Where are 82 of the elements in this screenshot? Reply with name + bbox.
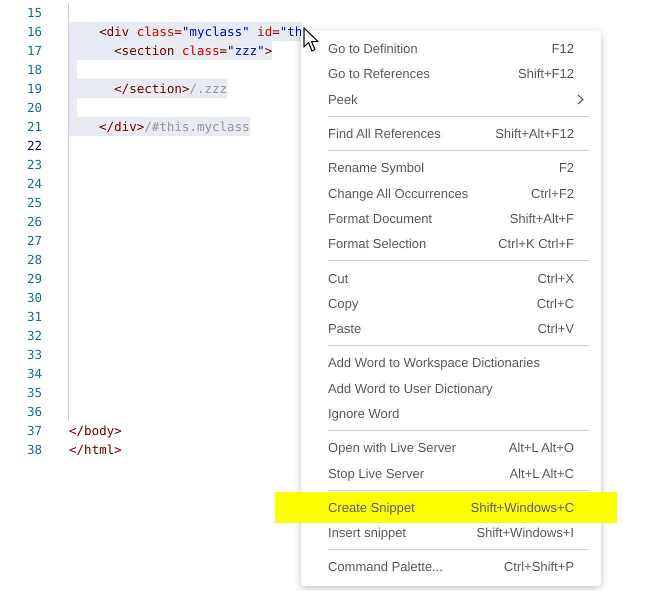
menu-item-label: Rename Symbol	[328, 160, 424, 176]
line-number: 22	[26, 137, 42, 155]
code-text: <div class="myclass" id="th	[69, 22, 302, 41]
line-number: 29	[26, 270, 42, 288]
menu-item[interactable]: Copy Ctrl+C	[301, 290, 601, 316]
line-number: 18	[26, 61, 42, 79]
menu-item-label: Stop Live Server	[328, 466, 424, 481]
menu-item[interactable]: Add Word to Workspace Dictionaries	[301, 350, 601, 376]
menu-item-label: Cut	[328, 270, 348, 286]
line-number: 32	[26, 327, 42, 345]
menu-item-label: Open with Live Server	[328, 440, 456, 456]
menu-item[interactable]: Create Snippet Shift+Windows+C	[275, 492, 617, 524]
menu-item[interactable]: Go to References Shift+F12	[301, 61, 601, 87]
shortcut-label: Shift+Windows+I	[476, 525, 574, 540]
line-number: 16	[26, 23, 42, 41]
shortcut-label: Shift+Alt+F	[510, 210, 574, 226]
menu-item-label: Ignore Word	[328, 406, 400, 421]
menu-item-label: Create Snippet	[328, 500, 415, 515]
line-number: 17	[26, 42, 42, 60]
menu-item[interactable]: Command Palette... Ctrl+Shift+P	[301, 554, 601, 580]
line-number: 27	[26, 232, 42, 250]
menu-item[interactable]: Paste Ctrl+V	[301, 316, 601, 342]
line-number: 28	[26, 251, 42, 269]
menu-item-label: Format Document	[328, 210, 432, 226]
shortcut-label: Alt+L Alt+O	[508, 440, 574, 456]
menu-item[interactable]: Format Document Shift+Alt+F	[301, 206, 601, 232]
menu-item-label: Peek	[328, 92, 358, 107]
menu-item[interactable]: Peek	[301, 86, 601, 112]
shortcut-label: Ctrl+F2	[531, 186, 574, 201]
shortcut-label: Ctrl+V	[538, 321, 574, 336]
shortcut-label: Ctrl+X	[538, 270, 574, 286]
menu-item-label: Change All Occurrences	[328, 186, 468, 201]
code-text: </body>	[69, 422, 122, 440]
menu-item[interactable]: Cut Ctrl+X	[301, 265, 601, 291]
menu-item[interactable]: Change All Occurrences Ctrl+F2	[301, 180, 601, 206]
menu-item[interactable]: Ignore Word	[301, 400, 601, 426]
menu-item-label: Paste	[328, 321, 362, 336]
line-number: 15	[26, 4, 42, 22]
shortcut-label: Ctrl+K Ctrl+F	[498, 236, 574, 252]
line-number: 30	[26, 289, 42, 307]
line-number: 20	[26, 99, 42, 117]
shortcut-label: Shift+Alt+F12	[495, 126, 574, 142]
menu-item-label: Add Word to Workspace Dictionaries	[328, 355, 540, 370]
line-number: 38	[26, 441, 42, 459]
menu-item-label: Insert snippet	[328, 525, 406, 540]
line-number: 33	[26, 346, 42, 364]
line-number: 23	[26, 156, 42, 174]
code-text: <section class="zzz">	[69, 41, 272, 60]
code-text: </div>/#this.myclass	[69, 117, 250, 136]
code-text: </section>/.zzz	[69, 79, 228, 98]
menu-item-label: Go to References	[328, 66, 430, 82]
shortcut-label: Shift+Windows+C	[470, 500, 574, 515]
menu-item-label: Find All References	[328, 126, 441, 142]
line-number: 35	[26, 384, 42, 402]
line-number: 37	[26, 422, 42, 440]
menu-item-label: Format Selection	[328, 236, 426, 252]
menu-item-label: Copy	[328, 296, 358, 311]
line-number: 21	[26, 118, 42, 136]
menu-item[interactable]: Find All References Shift+Alt+F12	[301, 120, 601, 146]
shortcut-label: F12	[552, 41, 574, 56]
shortcut-label: Ctrl+Shift+P	[504, 559, 574, 574]
menu-item[interactable]: Stop Live Server Alt+L Alt+C	[301, 460, 601, 486]
line-number: 26	[26, 213, 42, 231]
menu-item[interactable]: Format Selection Ctrl+K Ctrl+F	[301, 231, 601, 256]
menu-item[interactable]: Open with Live Server Alt+L Alt+O	[301, 435, 601, 460]
shortcut-label: F2	[558, 160, 574, 176]
shortcut-label: Alt+L Alt+C	[509, 466, 574, 481]
line-number: 36	[26, 403, 42, 421]
shortcut-label: Shift+F12	[518, 66, 574, 82]
menu-item[interactable]: Add Word to User Dictionary	[301, 376, 601, 401]
code-text: </html>	[69, 441, 122, 459]
menu-item-label: Add Word to User Dictionary	[328, 380, 492, 396]
menu-item-label: Command Palette...	[328, 559, 443, 574]
line-number: 24	[26, 175, 42, 193]
line-number: 25	[26, 194, 42, 212]
line-number: 34	[26, 365, 42, 383]
shortcut-label: Ctrl+C	[536, 296, 574, 311]
menu-item[interactable]: Rename Symbol F2	[301, 155, 601, 180]
menu-item-label: Go to Definition	[328, 41, 418, 56]
menu-item[interactable]: Go to Definition F12	[301, 36, 601, 62]
line-number: 19	[26, 80, 42, 98]
line-number: 31	[26, 308, 42, 326]
